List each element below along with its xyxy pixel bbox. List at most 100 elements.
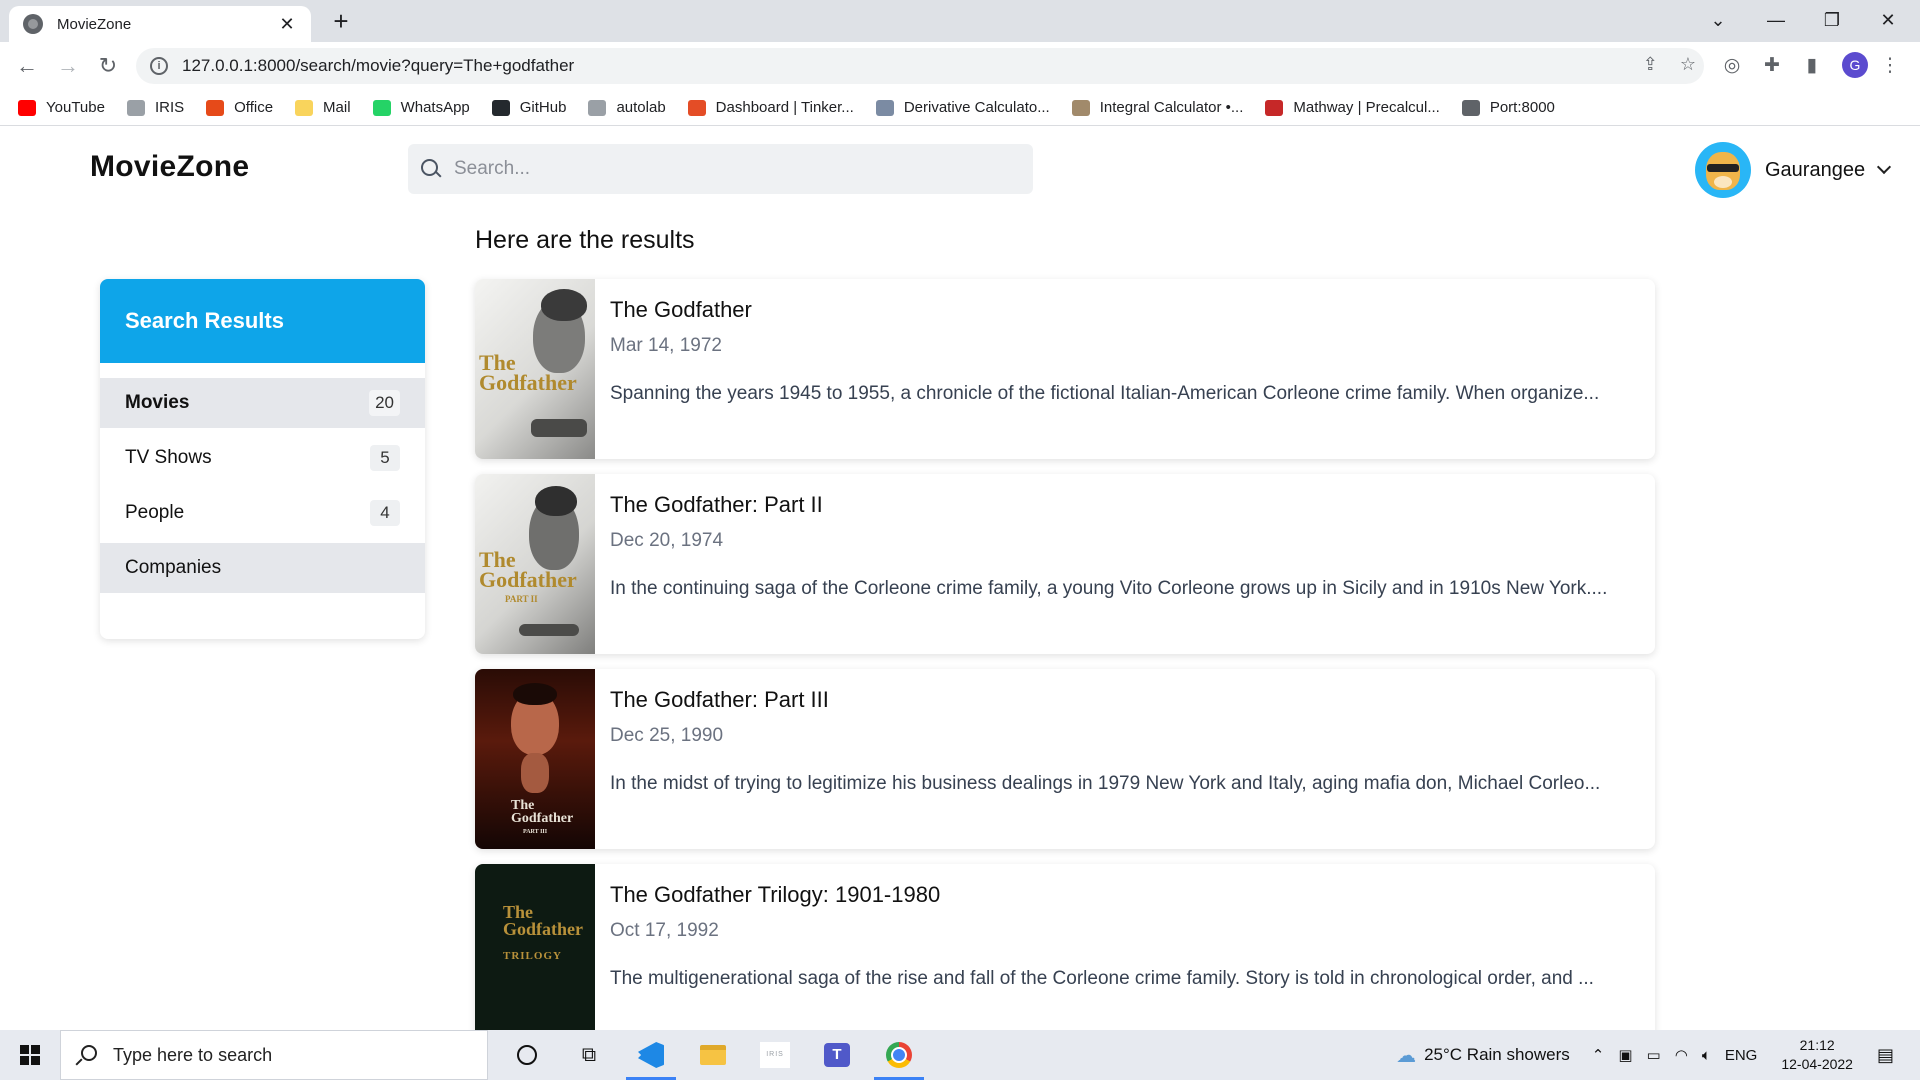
result-card[interactable]: The Godfather TRILOGY The Godfather Tril… [475,864,1655,1044]
side-panel-icon[interactable]: ▮ [1800,54,1824,78]
profile-avatar[interactable]: G [1842,52,1868,78]
sidebar-item-companies[interactable]: Companies [100,543,425,593]
bookmark-item[interactable]: Integral Calculator •... [1071,99,1243,116]
search-bar[interactable] [408,144,1033,194]
tab-search-icon[interactable]: ⌄ [1694,0,1742,40]
movie-overview: Spanning the years 1945 to 1955, a chron… [610,383,1600,404]
address-bar[interactable]: i 127.0.0.1:8000/search/movie?query=The+… [136,48,1704,84]
github-icon [491,99,510,116]
browser-tab-strip: MovieZone ✕ + ⌄ — ❐ ✕ [0,0,1920,42]
movie-poster[interactable]: The Godfather PART II [475,474,595,654]
start-button[interactable] [0,1030,60,1080]
meet-now-icon[interactable]: ▣ [1618,1046,1632,1064]
bookmark-item[interactable]: GitHub [491,99,566,116]
back-icon[interactable]: ← [11,50,43,82]
iris-app[interactable]: IRIS [744,1030,806,1080]
tinkercad-icon [687,99,706,116]
bookmark-label: Derivative Calculato... [903,99,1050,116]
bookmark-star-icon[interactable]: ☆ [1680,54,1696,75]
movie-poster[interactable]: The Godfather PART III [475,669,595,849]
volume-icon[interactable]: 🔈︎ [1702,1047,1711,1064]
movie-poster[interactable]: The Godfather TRILOGY [475,864,595,1044]
movie-title[interactable]: The Godfather: Part III [610,687,1655,713]
release-date: Dec 20, 1974 [610,530,724,551]
result-card[interactable]: The Godfather The Godfather Mar 14, 1972… [475,279,1655,459]
taskbar-search[interactable]: Type here to search [60,1030,488,1080]
youtube-icon [18,99,36,116]
count-badge: 5 [370,445,400,471]
poster-title: The Godfather [511,798,574,826]
cortana-button[interactable] [496,1030,558,1080]
folder-icon [295,99,314,116]
vscode-app[interactable] [620,1030,682,1080]
user-name[interactable]: Gaurangee [1765,159,1865,182]
new-tab-button[interactable]: + [325,6,357,38]
bookmark-item[interactable]: Office [206,99,273,116]
sidebar-item-movies[interactable]: Movies 20 [100,378,425,428]
sidebar-item-label: Companies [125,557,222,578]
bookmark-item[interactable]: Mail [295,99,351,116]
chevron-up-icon[interactable]: ⌃ [1592,1046,1605,1064]
close-window-button[interactable]: ✕ [1864,0,1912,40]
bookmark-label: YouTube [46,99,105,116]
site-info-icon[interactable]: i [150,57,168,75]
taskbar-search-placeholder[interactable]: Type here to search [113,1045,272,1066]
reload-icon[interactable]: ↻ [92,50,124,82]
weather-widget[interactable]: ☁ 25°C Rain showers [1396,1043,1570,1068]
extension-icon[interactable]: ◎ [1720,54,1744,78]
bookmark-item[interactable]: Port:8000 [1461,99,1555,116]
bookmark-item[interactable]: YouTube [18,99,105,116]
cortana-icon [517,1045,537,1065]
sidebar-item-tv-shows[interactable]: TV Shows 5 [100,433,425,483]
bookmark-item[interactable]: WhatsApp [372,99,470,116]
menu-dots-icon[interactable]: ⋮ [1878,54,1902,78]
teams-app[interactable]: T [806,1030,868,1080]
chrome-app[interactable] [868,1030,930,1080]
minimize-button[interactable]: — [1752,0,1800,40]
task-view-button[interactable]: ⧉ [558,1030,620,1080]
movie-title[interactable]: The Godfather Trilogy: 1901-1980 [610,882,1655,908]
search-results-sidebar: Search Results Movies 20 TV Shows 5 Peop… [100,279,425,639]
sidebar-title: Search Results [125,308,284,333]
forward-icon[interactable]: → [52,50,84,82]
share-icon[interactable]: ⇪ [1643,54,1658,75]
bookmark-item[interactable]: autolab [588,99,666,116]
chevron-down-icon[interactable] [1877,159,1892,175]
browser-toolbar: ← → ↻ i 127.0.0.1:8000/search/movie?quer… [0,42,1920,90]
bookmark-item[interactable]: Dashboard | Tinker... [687,99,854,116]
search-input[interactable] [454,158,1014,180]
file-explorer-app[interactable] [682,1030,744,1080]
bookmark-item[interactable]: Mathway | Precalcul... [1265,99,1440,116]
result-card[interactable]: The Godfather PART II The Godfather: Par… [475,474,1655,654]
movie-overview: In the continuing saga of the Corleone c… [610,578,1608,599]
integral-icon [1071,99,1090,116]
language-indicator[interactable]: ENG [1725,1047,1758,1064]
notifications-icon[interactable]: ▤ [1877,1045,1894,1066]
windows-taskbar: Type here to search ⧉ IRIS T ☁ 25°C Rain… [0,1030,1920,1080]
user-menu[interactable]: Gaurangee [1695,142,1892,198]
derivative-icon [875,99,894,116]
clock[interactable]: 21:12 12-04-2022 [1781,1036,1853,1074]
movie-poster[interactable]: The Godfather [475,279,595,459]
close-tab-icon[interactable]: ✕ [277,14,297,35]
battery-icon[interactable]: ▭ [1647,1046,1661,1064]
chrome-icon [886,1042,912,1068]
wifi-icon[interactable]: ◠ [1675,1046,1688,1064]
avatar[interactable] [1695,142,1751,198]
bookmark-item[interactable]: Derivative Calculato... [875,99,1050,116]
results-heading: Here are the results [475,226,695,254]
app-logo[interactable]: MovieZone [90,150,249,184]
system-tray: ☁ 25°C Rain showers ⌃ ▣ ▭ ◠ 🔈︎ ENG 21:12… [1396,1030,1920,1080]
movie-title[interactable]: The Godfather: Part II [610,492,1655,518]
restore-button[interactable]: ❐ [1808,0,1856,40]
browser-tab[interactable]: MovieZone ✕ [9,6,311,42]
url-text[interactable]: 127.0.0.1:8000/search/movie?query=The+go… [182,56,574,76]
poster-subtitle: PART III [523,829,548,835]
bookmark-item[interactable]: IRIS [126,99,184,116]
release-date: Mar 14, 1972 [610,335,722,356]
puzzle-icon[interactable]: ✚ [1760,54,1784,78]
poster-title: The Godfather [479,350,577,395]
movie-title[interactable]: The Godfather [610,297,1655,323]
result-card[interactable]: The Godfather PART III The Godfather: Pa… [475,669,1655,849]
sidebar-item-people[interactable]: People 4 [100,488,425,538]
